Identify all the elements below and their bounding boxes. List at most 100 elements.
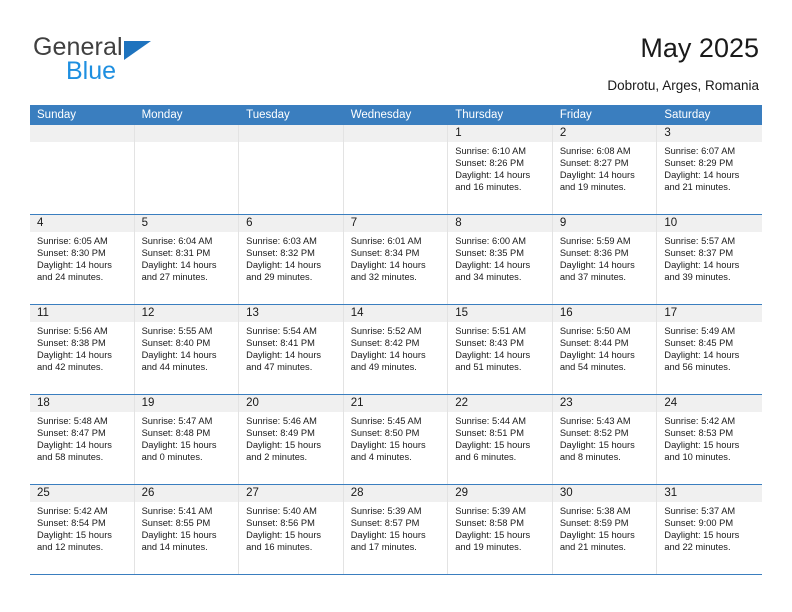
daylight-text: Daylight: 15 hours and 8 minutes. [559,440,635,463]
calendar-day-cell[interactable]: 22 Sunrise: 5:44 AM Sunset: 8:51 PM Dayligh… [448,395,553,484]
calendar-day-cell[interactable]: 15 Sunrise: 5:51 AM Sunset: 8:43 PM Dayligh… [448,305,553,394]
calendar-day-cell[interactable]: 10 Sunrise: 5:57 AM Sunset: 8:37 PM Dayligh… [657,215,762,304]
calendar-day-cell[interactable]: 21 Sunrise: 5:45 AM Sunset: 8:50 PM Dayligh… [343,395,449,484]
day-details: Sunrise: 5:37 AM Sunset: 9:00 PM Daylight:… [657,502,762,553]
calendar-day-cell-empty [134,125,240,214]
daylight-text: Daylight: 14 hours and 29 minutes. [246,260,322,283]
day-number [239,125,343,142]
calendar-week-row: 11 Sunrise: 5:56 AM Sunset: 8:38 PM Dayligh… [30,305,762,395]
sunrise-text: Sunrise: 5:43 AM [559,416,631,426]
sunset-text: Sunset: 8:48 PM [141,428,211,439]
daylight-text: Daylight: 15 hours and 16 minutes. [246,530,322,553]
day-number: 26 [134,485,239,502]
calendar-day-cell[interactable]: 5 Sunrise: 6:04 AM Sunset: 8:31 PM Daylight… [134,215,240,304]
calendar-day-cell[interactable]: 31 Sunrise: 5:37 AM Sunset: 9:00 PM Dayligh… [657,485,762,574]
sunset-text: Sunset: 8:36 PM [559,248,629,259]
day-details: Sunrise: 6:10 AM Sunset: 8:26 PM Daylight:… [448,142,552,193]
calendar-day-cell-empty [239,125,344,214]
general-blue-logo[interactable]: General Blue [33,33,263,89]
day-number: 23 [552,395,657,412]
day-details: Sunrise: 5:59 AM Sunset: 8:36 PM Daylight:… [553,232,657,283]
calendar-day-cell[interactable]: 1 Sunrise: 6:10 AM Sunset: 8:26 PM Daylight… [448,125,553,214]
day-number: 29 [448,485,552,502]
sunrise-text: Sunrise: 5:45 AM [350,416,422,426]
day-details: Sunrise: 5:56 AM Sunset: 8:38 PM Daylight:… [30,322,134,373]
weekday-header-tuesday: Tuesday [246,109,290,121]
calendar-day-cell[interactable]: 6 Sunrise: 6:03 AM Sunset: 8:32 PM Daylight… [239,215,344,304]
calendar-page: General Blue May 2025 Dobrotu, Arges, Ro… [0,0,792,612]
daylight-text: Daylight: 14 hours and 42 minutes. [37,350,112,373]
sunset-text: Sunset: 8:35 PM [455,248,524,259]
sunset-text: Sunset: 8:41 PM [246,338,315,349]
sunset-text: Sunset: 8:29 PM [664,158,734,169]
calendar-day-cell[interactable]: 19 Sunrise: 5:47 AM Sunset: 8:48 PM Dayligh… [134,395,240,484]
calendar-day-cell[interactable]: 3 Sunrise: 6:07 AM Sunset: 8:29 PM Daylight… [657,125,762,214]
calendar-day-cell[interactable]: 25 Sunrise: 5:42 AM Sunset: 8:54 PM Dayligh… [30,485,135,574]
daylight-text: Daylight: 14 hours and 19 minutes. [559,170,635,193]
calendar-day-cell[interactable]: 2 Sunrise: 6:08 AM Sunset: 8:27 PM Daylight… [552,125,658,214]
day-details: Sunrise: 5:51 AM Sunset: 8:43 PM Daylight:… [448,322,552,373]
calendar-day-cell[interactable]: 26 Sunrise: 5:41 AM Sunset: 8:55 PM Dayligh… [134,485,240,574]
day-number [134,125,239,142]
daylight-text: Daylight: 15 hours and 12 minutes. [37,530,112,553]
sunrise-text: Sunrise: 5:46 AM [246,416,317,426]
day-number: 6 [239,215,343,232]
calendar-day-cell[interactable]: 13 Sunrise: 5:54 AM Sunset: 8:41 PM Dayligh… [239,305,344,394]
calendar-grid: Sunday Monday Tuesday Wednesday Thursday… [30,105,762,575]
calendar-week-row: 1 Sunrise: 6:10 AM Sunset: 8:26 PM Daylight… [30,125,762,215]
calendar-day-cell[interactable]: 14 Sunrise: 5:52 AM Sunset: 8:42 PM Dayligh… [343,305,449,394]
sunrise-text: Sunrise: 5:40 AM [246,506,317,516]
sunset-text: Sunset: 8:59 PM [559,518,629,529]
day-number: 21 [343,395,448,412]
sunrise-text: Sunrise: 5:39 AM [455,506,527,516]
day-number: 31 [657,485,762,502]
calendar-day-cell[interactable]: 4 Sunrise: 6:05 AM Sunset: 8:30 PM Daylight… [30,215,135,304]
calendar-day-cell[interactable]: 16 Sunrise: 5:50 AM Sunset: 8:44 PM Dayligh… [552,305,658,394]
calendar-day-cell[interactable]: 7 Sunrise: 6:01 AM Sunset: 8:34 PM Daylight… [343,215,449,304]
day-number: 25 [30,485,134,502]
day-details: Sunrise: 5:41 AM Sunset: 8:55 PM Daylight:… [135,502,239,553]
day-details: Sunrise: 5:54 AM Sunset: 8:41 PM Daylight:… [239,322,343,373]
sunrise-text: Sunrise: 5:51 AM [455,326,527,336]
sunset-text: Sunset: 8:53 PM [664,428,734,439]
day-number: 28 [343,485,448,502]
calendar-day-cell[interactable]: 23 Sunrise: 5:43 AM Sunset: 8:52 PM Dayligh… [552,395,658,484]
sunrise-text: Sunrise: 6:01 AM [350,236,422,246]
calendar-day-cell[interactable]: 12 Sunrise: 5:55 AM Sunset: 8:40 PM Dayligh… [134,305,240,394]
calendar-day-cell[interactable]: 18 Sunrise: 5:48 AM Sunset: 8:47 PM Dayligh… [30,395,135,484]
calendar-day-cell[interactable]: 24 Sunrise: 5:42 AM Sunset: 8:53 PM Dayligh… [657,395,762,484]
day-details: Sunrise: 5:39 AM Sunset: 8:58 PM Daylight:… [448,502,552,553]
calendar-day-cell[interactable]: 8 Sunrise: 6:00 AM Sunset: 8:35 PM Daylight… [448,215,553,304]
calendar-day-cell[interactable]: 29 Sunrise: 5:39 AM Sunset: 8:58 PM Dayligh… [448,485,553,574]
calendar-day-cell-empty [30,125,135,214]
sunrise-text: Sunrise: 5:49 AM [664,326,736,336]
day-number: 30 [552,485,657,502]
sunrise-text: Sunrise: 6:10 AM [455,146,527,156]
daylight-text: Daylight: 15 hours and 19 minutes. [455,530,531,553]
day-number: 19 [134,395,239,412]
calendar-day-cell[interactable]: 28 Sunrise: 5:39 AM Sunset: 8:57 PM Dayligh… [343,485,449,574]
calendar-day-cell[interactable]: 20 Sunrise: 5:46 AM Sunset: 8:49 PM Dayligh… [239,395,344,484]
day-details: Sunrise: 5:49 AM Sunset: 8:45 PM Daylight:… [657,322,762,373]
sunrise-text: Sunrise: 5:42 AM [664,416,736,426]
day-number: 22 [448,395,552,412]
day-details: Sunrise: 5:39 AM Sunset: 8:57 PM Daylight:… [344,502,448,553]
day-details: Sunrise: 5:46 AM Sunset: 8:49 PM Daylight:… [239,412,343,463]
day-number: 18 [30,395,134,412]
daylight-text: Daylight: 15 hours and 0 minutes. [141,440,217,463]
calendar-day-cell[interactable]: 30 Sunrise: 5:38 AM Sunset: 8:59 PM Dayligh… [552,485,658,574]
day-number: 10 [657,215,762,232]
weekday-header-friday: Friday [559,109,592,121]
day-details: Sunrise: 6:00 AM Sunset: 8:35 PM Daylight:… [448,232,552,283]
calendar-day-cell[interactable]: 11 Sunrise: 5:56 AM Sunset: 8:38 PM Dayligh… [30,305,135,394]
sunset-text: Sunset: 8:38 PM [37,338,106,349]
sunrise-text: Sunrise: 5:37 AM [664,506,736,516]
calendar-day-cell[interactable]: 17 Sunrise: 5:49 AM Sunset: 8:45 PM Dayligh… [657,305,762,394]
calendar-day-cell-empty [343,125,449,214]
day-details: Sunrise: 5:38 AM Sunset: 8:59 PM Daylight:… [553,502,657,553]
day-number: 14 [343,305,448,322]
calendar-day-cell[interactable]: 9 Sunrise: 5:59 AM Sunset: 8:36 PM Daylight… [552,215,658,304]
sunrise-text: Sunrise: 6:05 AM [37,236,108,246]
calendar-day-cell[interactable]: 27 Sunrise: 5:40 AM Sunset: 8:56 PM Dayligh… [239,485,344,574]
calendar-week-row: 4 Sunrise: 6:05 AM Sunset: 8:30 PM Daylight… [30,215,762,305]
